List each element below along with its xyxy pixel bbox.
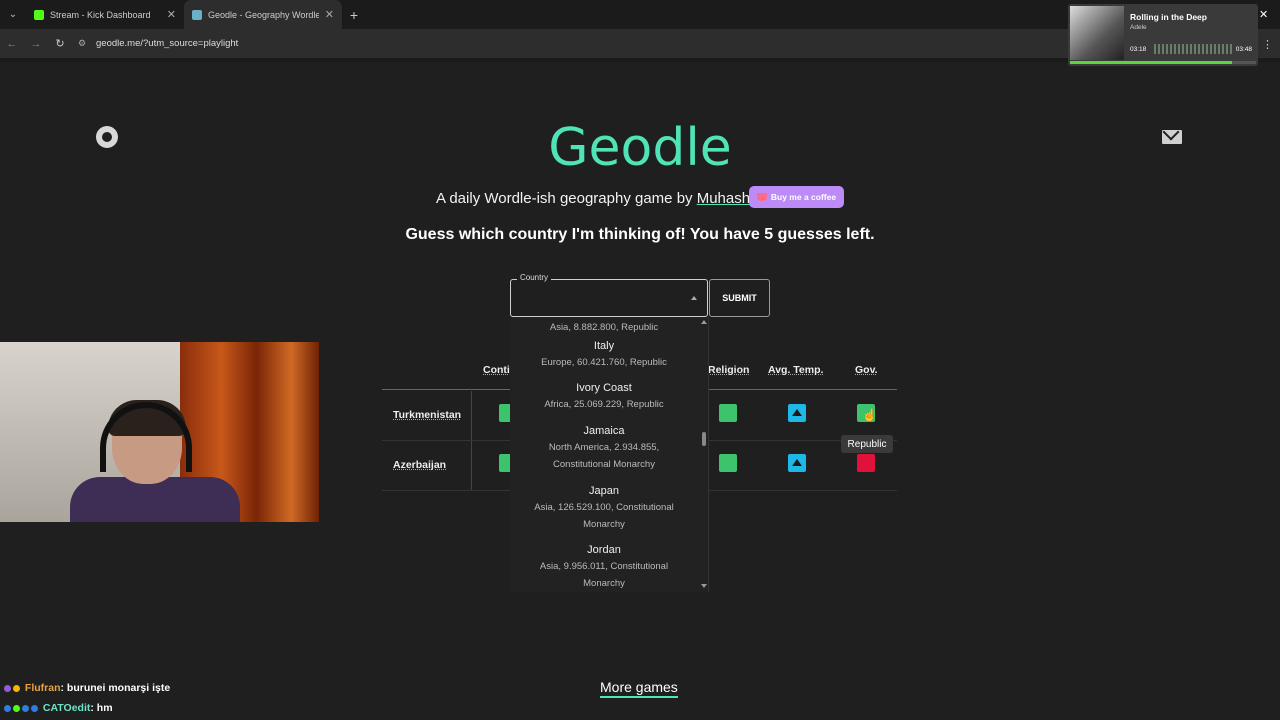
hand-cursor-icon: ☝ <box>862 408 877 422</box>
header-avg-temp: Avg. Temp. <box>768 364 824 376</box>
close-tab-icon[interactable]: ✕ <box>325 8 334 21</box>
tagline: A daily Wordle-ish geography game by Muh… <box>436 190 753 207</box>
row-country-name: Azerbaijan <box>393 459 447 471</box>
submit-button[interactable]: SUBMIT <box>709 279 770 317</box>
address-bar[interactable]: ⚙ geodle.me/?utm_source=playlight <box>78 33 778 55</box>
temp-arrow-up-icon[interactable] <box>788 404 806 422</box>
header-continent: Conti <box>483 364 510 376</box>
list-item[interactable]: Italy Europe, 60.421.760, Republic <box>520 340 688 371</box>
tagline-text: A daily Wordle-ish geography game by <box>436 190 697 207</box>
country-label: Country <box>517 273 552 282</box>
song-artist: Adele <box>1130 24 1147 31</box>
tab-kick-dashboard[interactable]: Stream - Kick Dashboard ✕ <box>26 0 184 29</box>
religion-indicator[interactable] <box>719 404 737 422</box>
gov-indicator[interactable] <box>857 454 875 472</box>
chevron-up-icon[interactable] <box>691 296 697 300</box>
chat-username: CATOedit <box>42 702 91 714</box>
option-details: Asia, 9.956.011, Constitutional Monarchy <box>539 561 669 589</box>
song-progress-fill <box>1070 61 1232 64</box>
badge-icon <box>22 704 29 712</box>
now-playing-widget: Rolling in the Deep Adele 03:18 03:48 <box>1068 4 1258 66</box>
close-tab-icon[interactable]: ✕ <box>167 8 176 21</box>
geodle-favicon-icon <box>192 9 202 20</box>
option-name: Jamaica <box>583 425 625 437</box>
webcam-overlay <box>0 342 319 522</box>
option-name: Japan <box>589 485 619 497</box>
guess-prompt: Guess which country I'm thinking of! You… <box>405 226 875 243</box>
chat-message: CATOedit: hm <box>4 702 113 714</box>
chat-text: : hm <box>90 702 113 714</box>
chat-message: Flufran: burunei monarşi işte <box>4 682 170 694</box>
badge-icon <box>4 684 11 692</box>
option-details: Asia, 126.529.100, Constitutional Monarc… <box>534 502 674 530</box>
option-name: Jordan <box>587 544 621 556</box>
religion-indicator[interactable] <box>719 454 737 472</box>
tab-geodle[interactable]: Geodle - Geography Wordle ✕ <box>184 0 342 29</box>
song-title: Rolling in the Deep <box>1130 12 1207 22</box>
buy-coffee-button[interactable]: Buy me a coffee <box>749 186 844 208</box>
forward-icon[interactable]: → <box>24 38 48 50</box>
header-gov: Gov. <box>855 364 878 376</box>
waveform <box>1154 44 1234 54</box>
option-details: Africa, 25.069.229, Republic <box>544 399 664 410</box>
more-games-link[interactable]: More games <box>600 679 678 698</box>
option-details: North America, 2.934.855, Constitutional… <box>548 442 660 470</box>
header-religion: Religion <box>708 364 750 376</box>
url-text: geodle.me/?utm_source=playlight <box>96 38 239 49</box>
scroll-down-icon[interactable] <box>701 584 707 588</box>
list-item-partial[interactable]: Asia, 8.882.800, Republic <box>520 317 688 336</box>
song-progress-bar <box>1070 61 1256 64</box>
chat-username: Flufran <box>24 682 61 694</box>
close-icon[interactable]: ✕ <box>1259 8 1268 21</box>
list-item[interactable]: Jordan Asia, 9.956.011, Constitutional M… <box>520 544 688 592</box>
country-input[interactable]: Country <box>510 273 708 317</box>
coffee-cup-icon <box>756 193 767 201</box>
chat-text: : burunei monarşi işte <box>60 682 171 694</box>
badge-icon <box>13 704 20 712</box>
site-info-icon[interactable]: ⚙ <box>78 38 96 49</box>
album-cover <box>1070 6 1124 60</box>
row-country-name: Turkmenistan <box>393 409 462 421</box>
new-tab-icon[interactable]: + <box>342 7 366 23</box>
time-total: 03:48 <box>1235 46 1252 53</box>
tab-title: Geodle - Geography Wordle <box>208 9 319 20</box>
option-details: Europe, 60.421.760, Republic <box>541 357 667 368</box>
reload-icon[interactable]: ↻ <box>48 37 72 50</box>
more-options-icon[interactable]: ⋮ <box>1262 38 1273 51</box>
author-link[interactable]: Muhashi <box>697 190 754 207</box>
list-item[interactable]: Japan Asia, 126.529.100, Constitutional … <box>520 485 688 533</box>
list-item[interactable]: Ivory Coast Africa, 25.069.229, Republic <box>520 382 688 413</box>
back-icon[interactable]: ← <box>0 38 24 50</box>
country-dropdown-list[interactable]: Asia, 8.882.800, Republic Italy Europe, … <box>510 317 709 592</box>
option-name: Italy <box>593 340 615 352</box>
page-title: Geodle <box>548 118 732 178</box>
option-details: Asia, 8.882.800, Republic <box>549 322 659 333</box>
badge-icon <box>4 704 11 712</box>
webcam-streamer-body <box>70 477 240 522</box>
option-name: Ivory Coast <box>576 382 632 394</box>
kick-favicon-icon <box>34 9 44 20</box>
tab-title: Stream - Kick Dashboard <box>50 9 151 20</box>
tooltip: Republic <box>841 435 893 453</box>
badge-icon <box>31 704 38 712</box>
column-divider <box>471 391 472 491</box>
scroll-thumb[interactable] <box>702 432 706 446</box>
tab-search-icon[interactable]: ⌄ <box>0 0 26 29</box>
badge-icon <box>13 684 20 692</box>
dropdown-scrollbar[interactable] <box>701 320 707 588</box>
scroll-up-icon[interactable] <box>701 320 707 324</box>
temp-arrow-up-icon[interactable] <box>788 454 806 472</box>
coffee-label: Buy me a coffee <box>770 192 837 202</box>
time-elapsed: 03:18 <box>1130 46 1147 53</box>
list-item[interactable]: Jamaica North America, 2.934.855, Consti… <box>520 425 688 473</box>
